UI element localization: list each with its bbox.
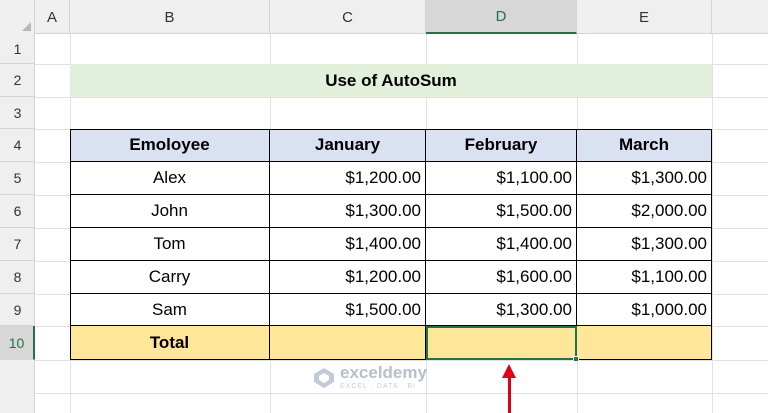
select-all-triangle-icon bbox=[22, 22, 31, 31]
sheet-title[interactable]: Use of AutoSum bbox=[70, 64, 712, 97]
row-header-3[interactable]: 3 bbox=[0, 97, 35, 129]
fill-handle[interactable] bbox=[573, 356, 579, 362]
watermark-tagline: EXCEL · DATA · BI bbox=[340, 383, 416, 390]
column-header-c[interactable]: C bbox=[270, 0, 426, 34]
table-row-4-employee[interactable]: Carry bbox=[70, 261, 270, 294]
row-header-bar: 1 2 3 4 5 6 7 8 9 10 bbox=[0, 34, 35, 413]
row-header-2[interactable]: 2 bbox=[0, 64, 35, 97]
table-row-1-march[interactable]: $1,300.00 bbox=[577, 162, 712, 195]
header-employee[interactable]: Emoloyee bbox=[70, 129, 270, 162]
table-row-2-march[interactable]: $2,000.00 bbox=[577, 195, 712, 228]
table-row-3-employee[interactable]: Tom bbox=[70, 228, 270, 261]
table-row-2-february[interactable]: $1,500.00 bbox=[426, 195, 577, 228]
table-row-3-march[interactable]: $1,300.00 bbox=[577, 228, 712, 261]
row-header-10[interactable]: 10 bbox=[0, 326, 35, 360]
header-march[interactable]: March bbox=[577, 129, 712, 162]
exceldemy-logo-icon bbox=[314, 367, 334, 388]
table-row-4-january[interactable]: $1,200.00 bbox=[270, 261, 426, 294]
row-header-8[interactable]: 8 bbox=[0, 261, 35, 294]
table-row-4-february[interactable]: $1,600.00 bbox=[426, 261, 577, 294]
table-row-5-march[interactable]: $1,000.00 bbox=[577, 294, 712, 326]
table-row-1-employee[interactable]: Alex bbox=[70, 162, 270, 195]
row-header-7[interactable]: 7 bbox=[0, 228, 35, 261]
column-header-e[interactable]: E bbox=[577, 0, 712, 34]
table-row-2-january[interactable]: $1,300.00 bbox=[270, 195, 426, 228]
select-all-corner[interactable] bbox=[0, 0, 35, 34]
row-header-9[interactable]: 9 bbox=[0, 294, 35, 326]
red-arrow-shaft bbox=[508, 376, 511, 413]
row-header-5[interactable]: 5 bbox=[0, 162, 35, 195]
column-header-a[interactable]: A bbox=[35, 0, 70, 34]
table-row-5-january[interactable]: $1,500.00 bbox=[270, 294, 426, 326]
row-header-1[interactable]: 1 bbox=[0, 34, 35, 64]
row-header-4[interactable]: 4 bbox=[0, 129, 35, 162]
column-header-b[interactable]: B bbox=[70, 0, 270, 34]
total-january[interactable] bbox=[270, 326, 426, 360]
table-row-1-february[interactable]: $1,100.00 bbox=[426, 162, 577, 195]
table-row-1-january[interactable]: $1,200.00 bbox=[270, 162, 426, 195]
column-header-d[interactable]: D bbox=[426, 0, 577, 34]
total-label[interactable]: Total bbox=[70, 326, 270, 360]
selected-cell-d10[interactable] bbox=[426, 326, 579, 362]
total-march[interactable] bbox=[577, 326, 712, 360]
table-row-4-march[interactable]: $1,100.00 bbox=[577, 261, 712, 294]
row-header-6[interactable]: 6 bbox=[0, 195, 35, 228]
column-header-bar: A B C D E bbox=[0, 0, 768, 34]
table-row-5-february[interactable]: $1,300.00 bbox=[426, 294, 577, 326]
watermark-logo: exceldemy EXCEL · DATA · BI bbox=[312, 364, 427, 391]
watermark-brand: exceldemy bbox=[340, 363, 427, 382]
table-row-3-february[interactable]: $1,400.00 bbox=[426, 228, 577, 261]
table-row-3-january[interactable]: $1,400.00 bbox=[270, 228, 426, 261]
header-january[interactable]: January bbox=[270, 129, 426, 162]
table-row-2-employee[interactable]: John bbox=[70, 195, 270, 228]
header-february[interactable]: February bbox=[426, 129, 577, 162]
table-row-5-employee[interactable]: Sam bbox=[70, 294, 270, 326]
